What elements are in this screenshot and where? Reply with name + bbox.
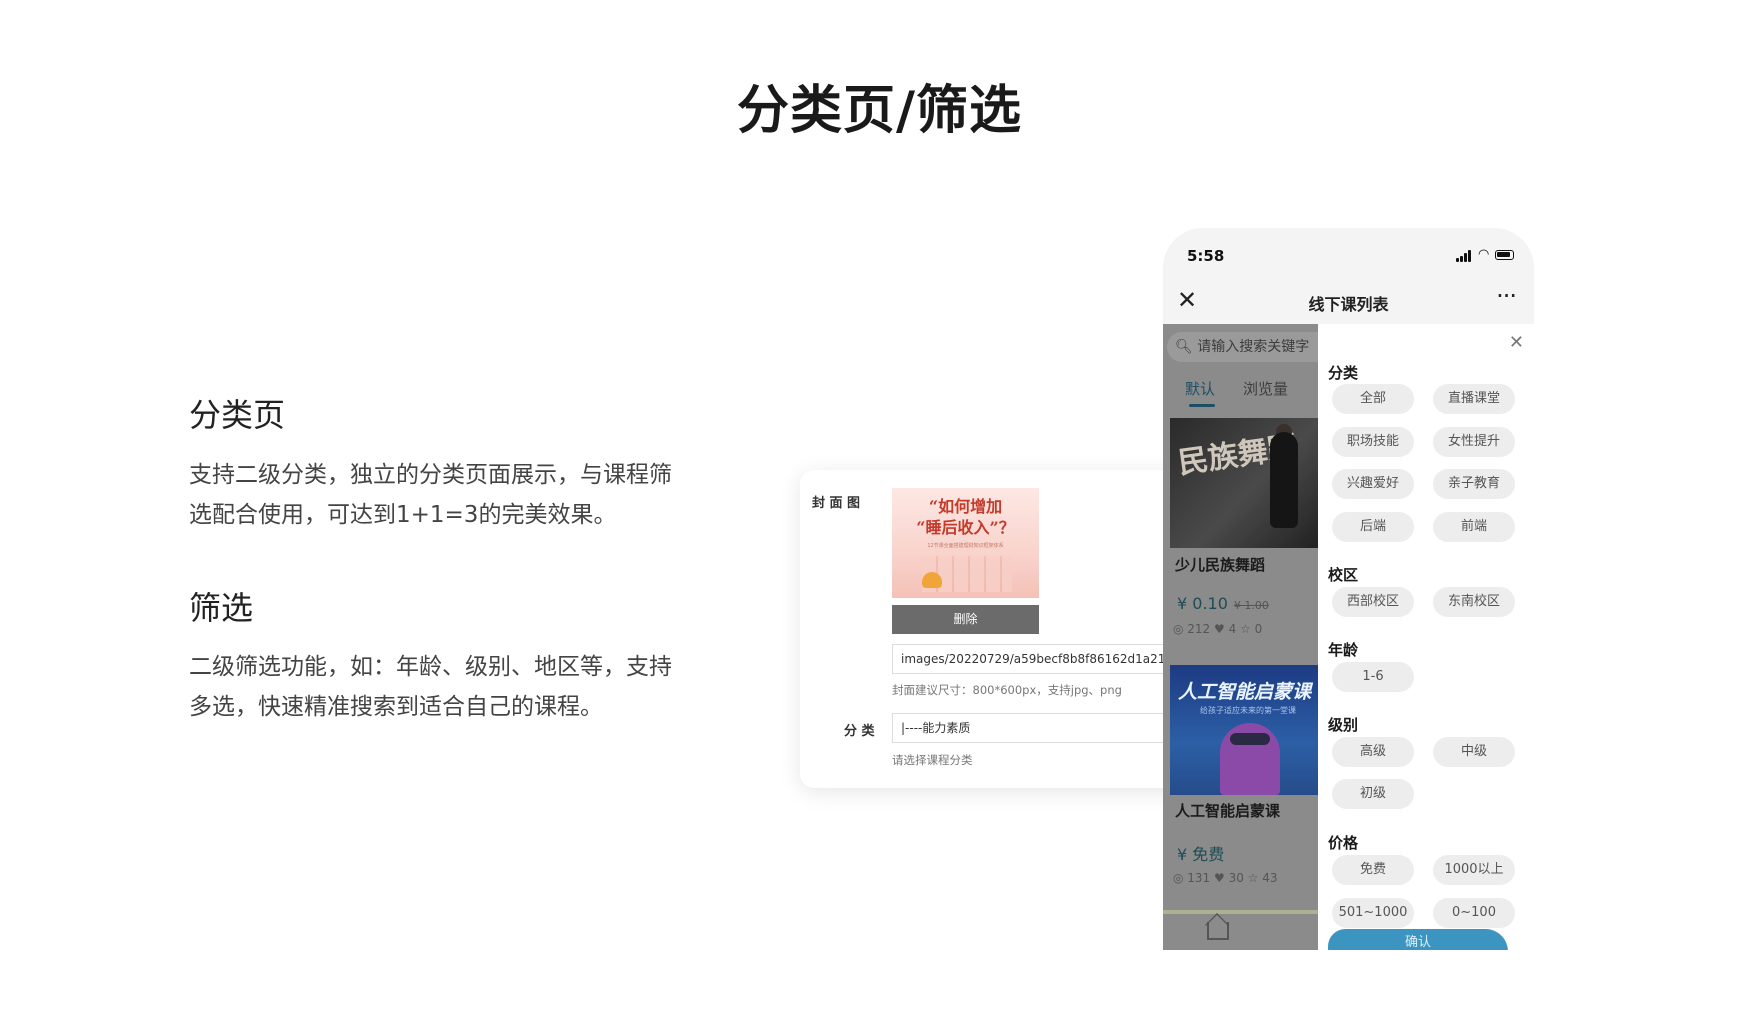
feature-heading-filter: 筛选 xyxy=(189,589,254,627)
course-stats: ◎ 131 ♥ 30 ☆ 43 xyxy=(1173,871,1278,885)
filter-panel: ✕ 分类 全部 直播课堂 职场技能 女性提升 兴趣爱好 亲子教育 后端 前端 校… xyxy=(1318,324,1534,950)
course-image[interactable]: 人工智能启蒙课 给孩子适应未来的第一堂课 xyxy=(1170,665,1318,795)
search-input[interactable]: 🔍︎ 请输入搜索关键字 xyxy=(1167,332,1318,362)
cover-image-subtitle: 12节课全面搭建理财知识框架体系 xyxy=(927,543,1004,549)
filter-chip[interactable]: 初级 xyxy=(1332,779,1414,809)
signal-icon xyxy=(1456,258,1459,262)
filter-chip[interactable]: 501~1000 xyxy=(1332,898,1414,928)
filter-chip[interactable]: 西部校区 xyxy=(1332,587,1414,617)
signal-icon xyxy=(1460,256,1463,262)
filter-section-campus: 校区 xyxy=(1328,566,1359,584)
signal-icon xyxy=(1464,253,1467,262)
active-tab-indicator xyxy=(1189,404,1215,407)
feature-text-category: 支持二级分类，独立的分类页面展示，与课程筛选配合使用，可达到1+1=3的完美效果… xyxy=(189,462,672,528)
category-hint: 请选择课程分类 xyxy=(892,753,973,767)
status-bar: 5:58 ◠ xyxy=(1163,228,1534,278)
feature-text-filter: 二级筛选功能，如：年龄、级别、地区等，支持多选，快速精准搜索到适合自己的课程。 xyxy=(189,654,672,720)
filter-chip[interactable]: 前端 xyxy=(1433,512,1515,542)
course-price: ¥ 0.10 ¥ 1.00 xyxy=(1177,594,1269,613)
cover-size-hint: 封面建议尺寸：800*600px，支持jpg、png xyxy=(892,683,1122,697)
nav-title: 线下课列表 xyxy=(1308,295,1389,314)
vr-headset-figure xyxy=(1230,733,1270,745)
search-placeholder: 请输入搜索关键字 xyxy=(1197,339,1310,355)
course-stats: ◎ 212 ♥ 4 ☆ 0 xyxy=(1173,622,1263,636)
course-image-subtitle: 给孩子适应未来的第一堂课 xyxy=(1200,706,1296,715)
course-old-price: ¥ 1.00 xyxy=(1233,599,1269,612)
course-form-card: 封 面 图 “如何增加 “睡后收入”？ 12节课全面搭建理财知识框架体系 删除 … xyxy=(800,470,1220,788)
filter-chip[interactable]: 直播课堂 xyxy=(1433,384,1515,414)
tab-views[interactable]: 浏览量 xyxy=(1243,378,1288,399)
filter-chip[interactable]: 0~100 xyxy=(1433,898,1515,928)
delete-button[interactable]: 删除 xyxy=(892,605,1039,634)
filter-chip[interactable]: 中级 xyxy=(1433,737,1515,767)
filter-chip[interactable]: 亲子教育 xyxy=(1433,469,1515,499)
filter-chip[interactable]: 兴趣爱好 xyxy=(1332,469,1414,499)
filter-chip[interactable]: 1-6 xyxy=(1332,662,1414,692)
course-price: ¥ 免费 xyxy=(1177,845,1225,864)
battery-icon xyxy=(1495,250,1514,260)
search-icon: 🔍︎ xyxy=(1175,339,1193,355)
close-icon[interactable]: ✕ xyxy=(1509,332,1524,353)
wifi-icon: ◠ xyxy=(1478,247,1490,262)
confirm-button[interactable]: 确认 xyxy=(1328,929,1508,950)
filter-chip[interactable]: 1000以上 xyxy=(1433,855,1515,885)
status-time: 5:58 xyxy=(1187,247,1225,265)
cover-image[interactable]: “如何增加 “睡后收入”？ 12节课全面搭建理财知识框架体系 xyxy=(892,488,1039,598)
filter-chip[interactable]: 职场技能 xyxy=(1332,427,1414,457)
filter-chip[interactable]: 女性提升 xyxy=(1433,427,1515,457)
page: 分类页/筛选 分类页 支持二级分类，独立的分类页面展示，与课程筛选配合使用，可达… xyxy=(0,0,1759,1021)
feature-heading-category: 分类页 xyxy=(189,396,286,434)
filter-chip[interactable]: 东南校区 xyxy=(1433,587,1515,617)
course-image[interactable]: 民族舞蹈 xyxy=(1170,418,1318,548)
course-image-text: 人工智能启蒙课 xyxy=(1178,681,1312,703)
phone-mockup: 5:58 ◠ ✕ 线下课列表 ··· 🔍︎ 请输入搜索关键字 默认 浏览量 民族… xyxy=(1163,228,1534,950)
coin-icon xyxy=(922,572,942,588)
tab-default[interactable]: 默认 xyxy=(1185,378,1215,399)
course-list-pane: 🔍︎ 请输入搜索关键字 默认 浏览量 民族舞蹈 少儿民族舞蹈 ¥ 0.10 ¥ 1… xyxy=(1163,324,1318,950)
course-name[interactable]: 少儿民族舞蹈 xyxy=(1175,554,1265,575)
filter-chip[interactable]: 免费 xyxy=(1332,855,1414,885)
filter-section-level: 级别 xyxy=(1328,716,1359,734)
filter-chip[interactable]: 高级 xyxy=(1332,737,1414,767)
dancer-figure xyxy=(1270,432,1298,528)
filter-chip[interactable]: 后端 xyxy=(1332,512,1414,542)
nav-bar: ✕ 线下课列表 ··· xyxy=(1163,278,1534,324)
page-title: 分类页/筛选 xyxy=(737,81,1022,141)
cover-image-title: “如何增加 “睡后收入”？ xyxy=(916,497,1015,537)
home-icon[interactable] xyxy=(1207,922,1229,940)
filter-section-price: 价格 xyxy=(1328,834,1359,852)
course-name[interactable]: 人工智能启蒙课 xyxy=(1175,800,1280,821)
more-icon[interactable]: ··· xyxy=(1496,282,1517,310)
status-icons: ◠ xyxy=(1456,248,1516,262)
signal-icon xyxy=(1468,250,1471,262)
cover-label: 封 面 图 xyxy=(812,496,861,511)
filter-chip[interactable]: 全部 xyxy=(1332,384,1414,414)
filter-section-age: 年龄 xyxy=(1328,641,1359,659)
filter-section-category: 分类 xyxy=(1328,364,1359,382)
category-label: 分 类 xyxy=(844,724,875,739)
course-image xyxy=(1163,910,1318,914)
